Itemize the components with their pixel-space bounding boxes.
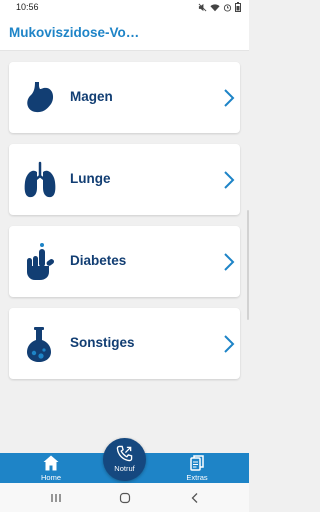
chevron-right-icon [223, 252, 235, 272]
emergency-call-icon [116, 445, 133, 462]
notruf-label: Notruf [114, 464, 135, 473]
lungs-icon [20, 160, 60, 200]
nav-extras[interactable]: Extras [172, 453, 222, 483]
category-card-lunge[interactable]: Lunge [9, 144, 240, 215]
chevron-right-icon [223, 88, 235, 108]
status-icons [198, 2, 241, 12]
system-nav-bar [0, 483, 249, 512]
chevron-right-icon [223, 334, 235, 354]
app-title: Mukoviszidose-Vo… [9, 25, 140, 40]
wifi-icon [210, 3, 220, 11]
flask-icon [20, 324, 60, 364]
category-label: Sonstiges [70, 335, 135, 350]
documents-icon [188, 454, 206, 472]
mute-icon [198, 3, 207, 11]
notruf-button[interactable]: Notruf [103, 438, 146, 481]
category-card-sonstiges[interactable]: Sonstiges [9, 308, 240, 379]
nav-home-label: Home [40, 473, 61, 482]
chevron-right-icon [223, 170, 235, 190]
app-bar: Mukoviszidose-Vo… [0, 14, 249, 51]
recent-apps-icon[interactable] [49, 491, 63, 505]
back-icon[interactable] [188, 491, 202, 505]
scroll-indicator[interactable] [247, 210, 249, 320]
home-system-icon[interactable] [118, 491, 132, 505]
nav-home[interactable]: Home [26, 453, 76, 483]
category-label: Magen [70, 89, 113, 104]
category-card-magen[interactable]: Magen [9, 62, 240, 133]
finger-prick-icon [20, 242, 60, 282]
alarm-icon [223, 3, 232, 12]
battery-icon [235, 2, 241, 12]
status-time: 10:56 [16, 2, 39, 12]
category-card-diabetes[interactable]: Diabetes [9, 226, 240, 297]
status-bar: 10:56 [0, 0, 249, 14]
nav-extras-label: Extras [186, 473, 208, 482]
home-icon [42, 454, 60, 472]
category-label: Lunge [70, 171, 111, 186]
stomach-icon [20, 78, 60, 118]
category-label: Diabetes [70, 253, 127, 268]
